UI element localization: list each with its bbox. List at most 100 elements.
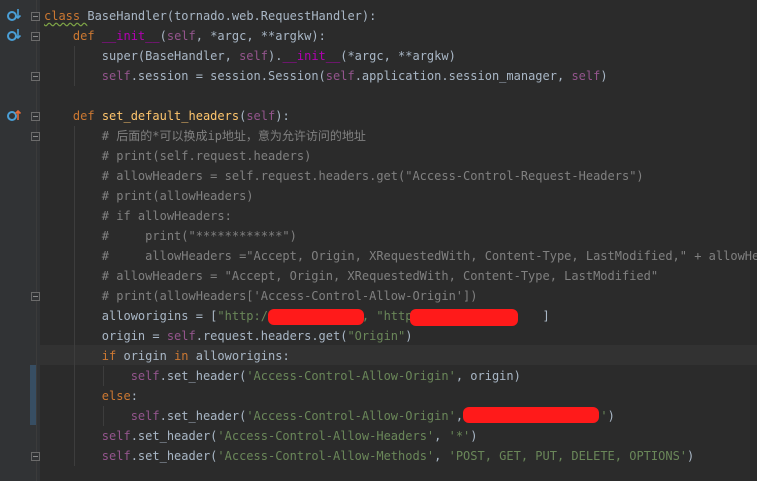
code-line[interactable]: self.set_header('Access-Control-Allow-Me… [44,446,694,466]
code-token: .set_header( [130,429,218,443]
code-line[interactable]: # if allowHeaders: [44,206,232,226]
code-token: ): [311,29,326,43]
code-token: .application.session_manager, [354,69,572,83]
code-token: "http:// [217,309,276,323]
override-icon[interactable] [6,7,22,23]
fold-toggle[interactable] [31,32,40,41]
code-token: : [130,389,138,403]
code-token: self [166,329,196,343]
code-line[interactable]: # allowHeaders ="Accept, Origin, XReques… [44,246,757,266]
code-token: self [130,409,160,423]
code-token: # allowHeaders = self.request.headers.ge… [44,169,644,183]
code-token: ). [267,49,283,63]
code-token: ) [470,429,478,443]
change-marker [30,365,36,425]
code-line[interactable]: self.session = session.Session(self.appl… [44,66,608,86]
code-token: origin = [44,329,167,343]
code-token: # print(self.request.headers) [44,149,312,163]
code-token: "Origin" [347,329,406,343]
redaction-mark [463,407,599,423]
code-token: self [571,69,601,83]
code-line[interactable]: origin = self.request.headers.get("Origi… [44,326,413,346]
override-icon[interactable] [6,27,22,43]
code-line[interactable]: # print("************") [44,226,297,246]
code-line[interactable]: self.set_header('Access-Control-Allow-He… [44,426,478,446]
code-token: def [72,29,102,43]
code-token: self [325,69,355,83]
code-token: ' [600,409,608,423]
code-line[interactable]: # allowHeaders = "Accept, Origin, XReque… [44,266,658,286]
code-token: super(BaseHandler, [44,49,240,63]
code-token: # allowHeaders = "Accept, Origin, XReque… [44,269,659,283]
override-up-icon[interactable] [6,107,22,123]
code-line[interactable]: # print(allowHeaders['Access-Control-All… [44,286,478,306]
code-line[interactable]: if origin in alloworigins: [44,346,290,366]
code-token: .set_header( [130,449,218,463]
code-token: ) [607,409,615,423]
code-token: ) [405,329,413,343]
code-token: '*' [448,429,471,443]
code-token: ) [600,69,608,83]
fold-toggle[interactable] [31,292,40,301]
code-line[interactable]: # print(self.request.headers) [44,146,312,166]
code-token: self [101,449,131,463]
code-line[interactable]: # allowHeaders = self.request.headers.ge… [44,166,644,186]
code-token: argkw [275,29,312,43]
fold-toggle[interactable] [31,12,40,21]
fold-toggle[interactable] [31,72,40,81]
code-token: 'Access-Control-Allow-Origin' [246,369,456,383]
code-token: BaseHandler [87,9,167,23]
code-token: def [72,109,102,123]
code-token: 'Access-Control-Allow-Origin' [246,409,456,423]
code-token: .request.headers.get( [195,329,348,343]
code-token: # allowHeaders ="Accept, Origin, XReques… [44,249,757,263]
code-token: else [101,389,131,403]
code-token: if [101,349,124,363]
code-token: self [101,429,131,443]
code-token: 'Access-Control-Allow-Methods' [217,449,435,463]
code-token: self [239,49,268,63]
fold-toggle[interactable] [31,452,40,461]
code-line[interactable]: class BaseHandler(tornado.web.RequestHan… [44,6,376,26]
code-line[interactable]: def set_default_headers(self): [44,106,290,126]
code-line[interactable]: super(BaseHandler, self).__init__(*argc,… [44,46,456,66]
code-token: ( [159,29,167,43]
code-token: # print(allowHeaders) [44,189,254,203]
fold-toggle[interactable] [31,132,40,141]
code-token: 'POST, GET, PUT, DELETE, OPTIONS' [448,449,688,463]
code-token: 'Access-Control-Allow-Headers' [217,429,435,443]
code-token: ): [275,109,290,123]
redaction-mark [410,309,518,326]
code-token: ) [687,449,695,463]
code-token: , "http [361,309,413,323]
code-token: .session = session.Session( [130,69,326,83]
code-token: , origin) [455,369,521,383]
fold-toggle[interactable] [31,112,40,121]
code-token: in [174,349,196,363]
code-token: # 后面的*可以换成ip地址，意为允许访问的地址 [44,129,366,143]
code-token: self [101,69,131,83]
code-line[interactable]: else: [44,386,138,406]
redaction-mark [268,309,364,325]
code-token: origin [123,349,175,363]
code-line[interactable]: # 后面的*可以换成ip地址，意为允许访问的地址 [44,126,366,146]
code-line[interactable]: # print(allowHeaders) [44,186,254,206]
code-token: , [434,449,449,463]
code-line[interactable]: def __init__(self, *argc, **argkw): [44,26,326,46]
code-token: allowor [44,309,153,323]
code-token: alloworigins: [195,349,290,363]
code-line[interactable]: self.set_header('Access-Control-Allow-Or… [44,366,521,386]
code-token: , [434,429,449,443]
code-token: .set_header( [159,369,247,383]
code-token: , *argc, ** [195,29,276,43]
code-token: ] [542,309,550,323]
